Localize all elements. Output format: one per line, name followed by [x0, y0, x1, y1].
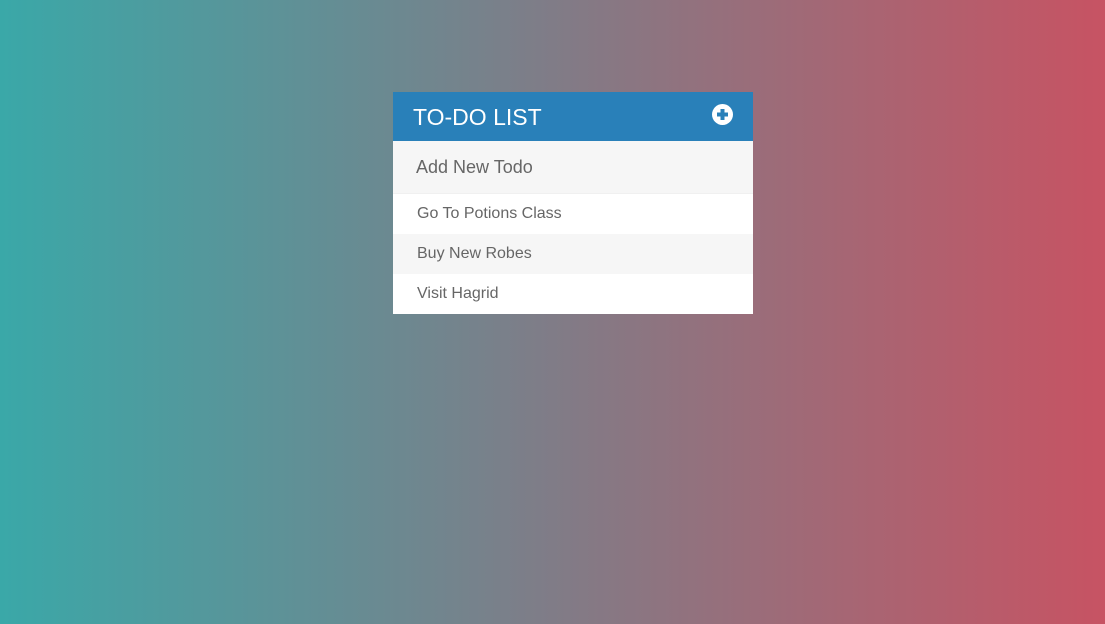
new-todo-placeholder: Add New Todo [416, 156, 533, 177]
todo-list: Go To Potions Class Buy New Robes Visit … [393, 194, 753, 314]
todo-header: TO-DO LIST [393, 92, 753, 141]
todo-card: TO-DO LIST Add New Todo Go To Potions Cl… [393, 92, 753, 314]
new-todo-input[interactable]: Add New Todo [393, 141, 753, 194]
todo-item[interactable]: Go To Potions Class [393, 194, 753, 234]
todo-item[interactable]: Visit Hagrid [393, 274, 753, 314]
page-title: TO-DO LIST [413, 104, 542, 130]
plus-circle-icon[interactable] [712, 104, 733, 125]
todo-item[interactable]: Buy New Robes [393, 234, 753, 274]
